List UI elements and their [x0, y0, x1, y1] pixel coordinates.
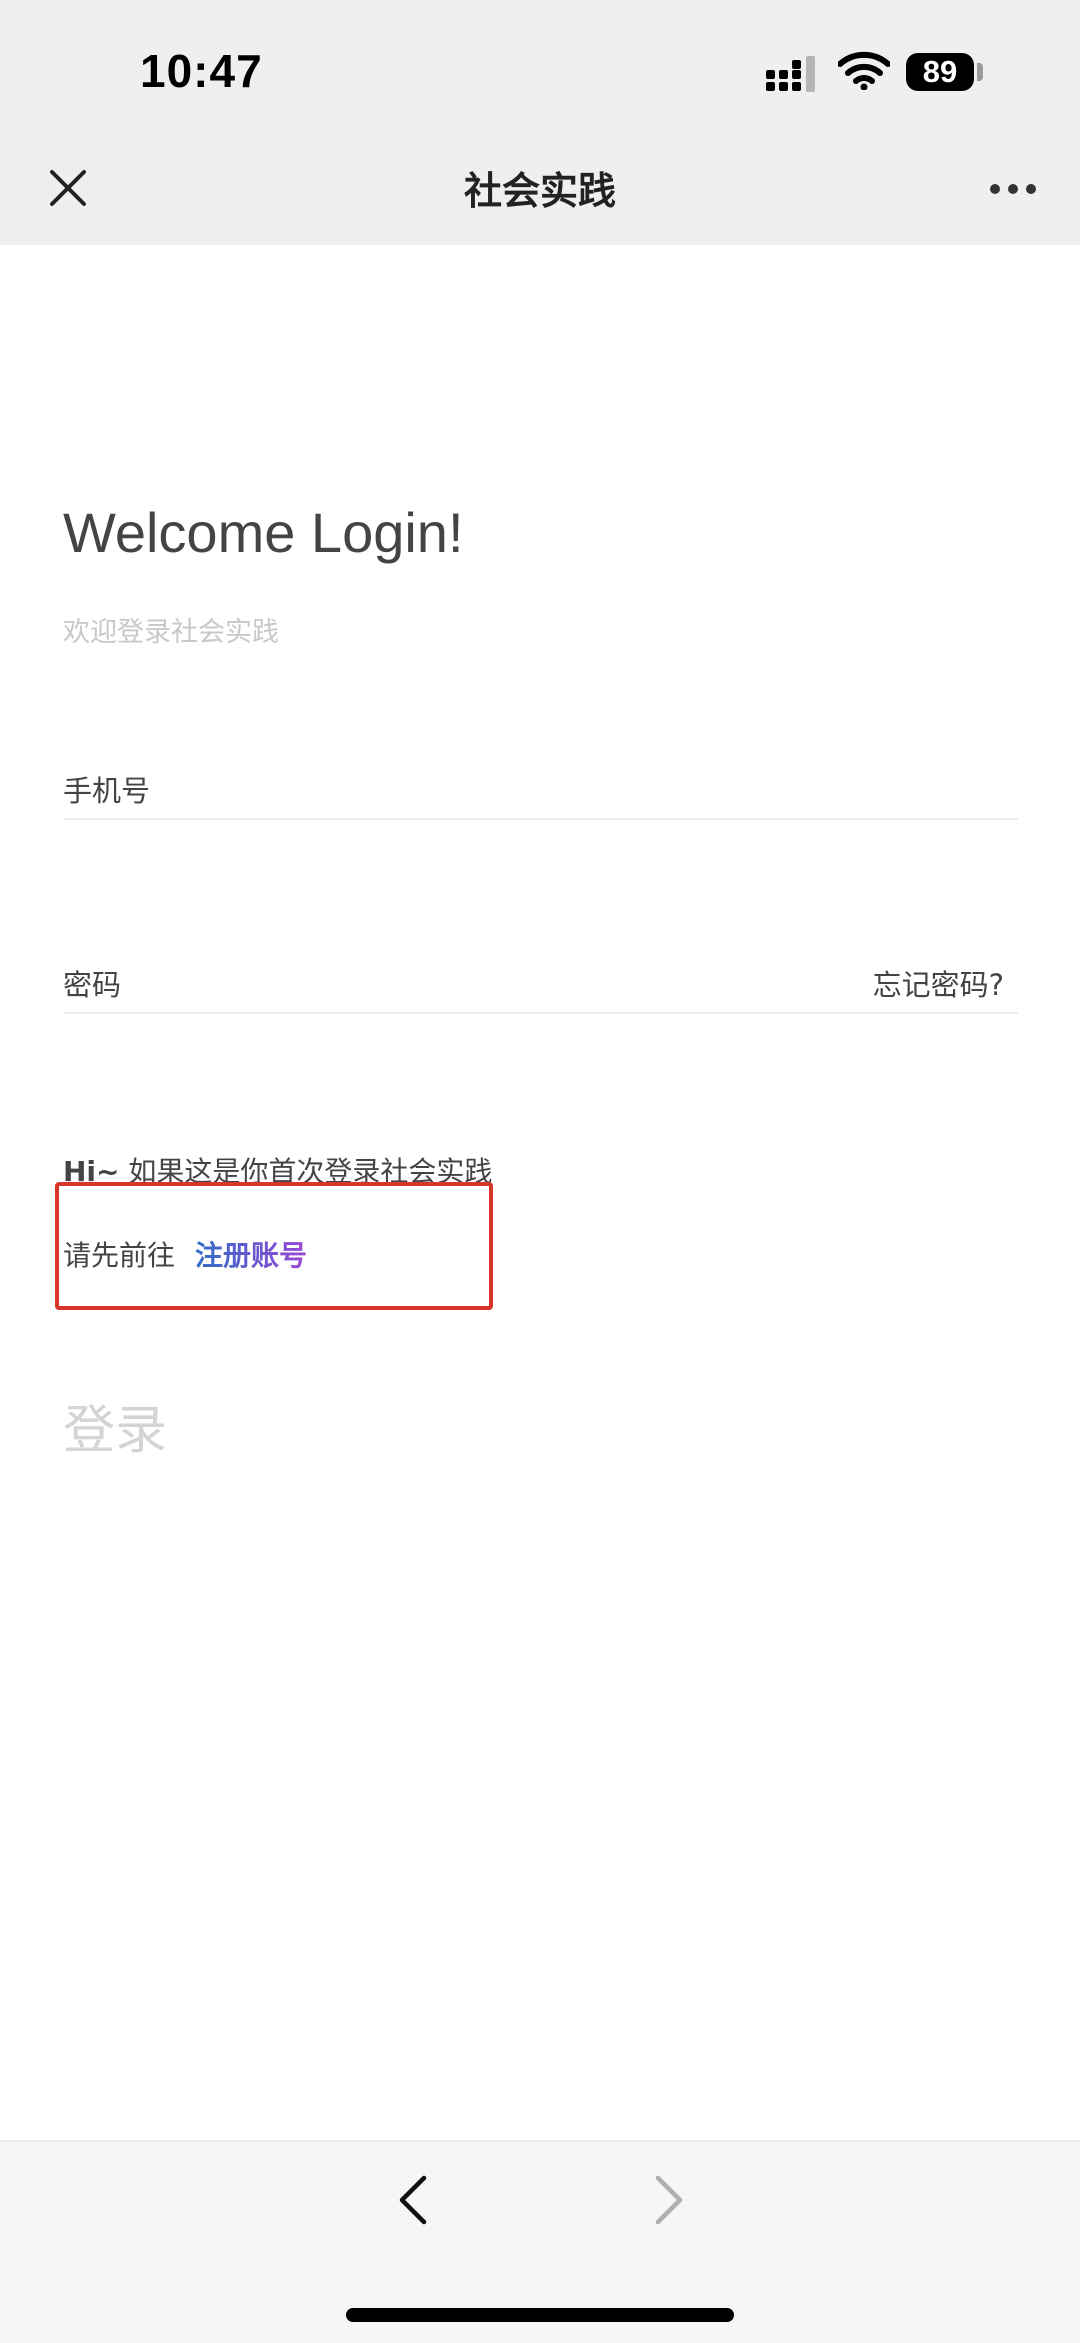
phone-field[interactable]: 手机号: [63, 754, 1018, 820]
phone-label: 手机号: [63, 774, 151, 808]
password-label: 密码: [63, 968, 122, 1002]
back-arrow-icon[interactable]: [394, 2174, 434, 2226]
welcome-subtitle: 欢迎登录社会实践: [63, 617, 279, 648]
forgot-password-link[interactable]: 忘记密码?: [873, 962, 1004, 1004]
page-title: 社会实践: [463, 169, 616, 213]
battery-cap: [977, 63, 983, 81]
status-time: 10:47: [140, 45, 263, 97]
home-indicator[interactable]: [346, 2308, 734, 2322]
login-button[interactable]: 登录: [63, 1388, 167, 1463]
signal-icon: [766, 56, 815, 92]
register-account-link[interactable]: 注册账号: [195, 1239, 307, 1272]
welcome-heading: Welcome Login!: [63, 501, 464, 564]
register-prompt: 请先前往: [63, 1239, 176, 1272]
more-icon[interactable]: [988, 182, 1038, 196]
battery-icon: 89: [906, 53, 974, 91]
register-line: 请先前往 注册账号: [63, 1234, 307, 1274]
password-field[interactable]: 密码 忘记密码?: [63, 948, 1018, 1014]
forward-arrow-icon[interactable]: [648, 2174, 688, 2226]
wifi-icon: [838, 51, 890, 90]
